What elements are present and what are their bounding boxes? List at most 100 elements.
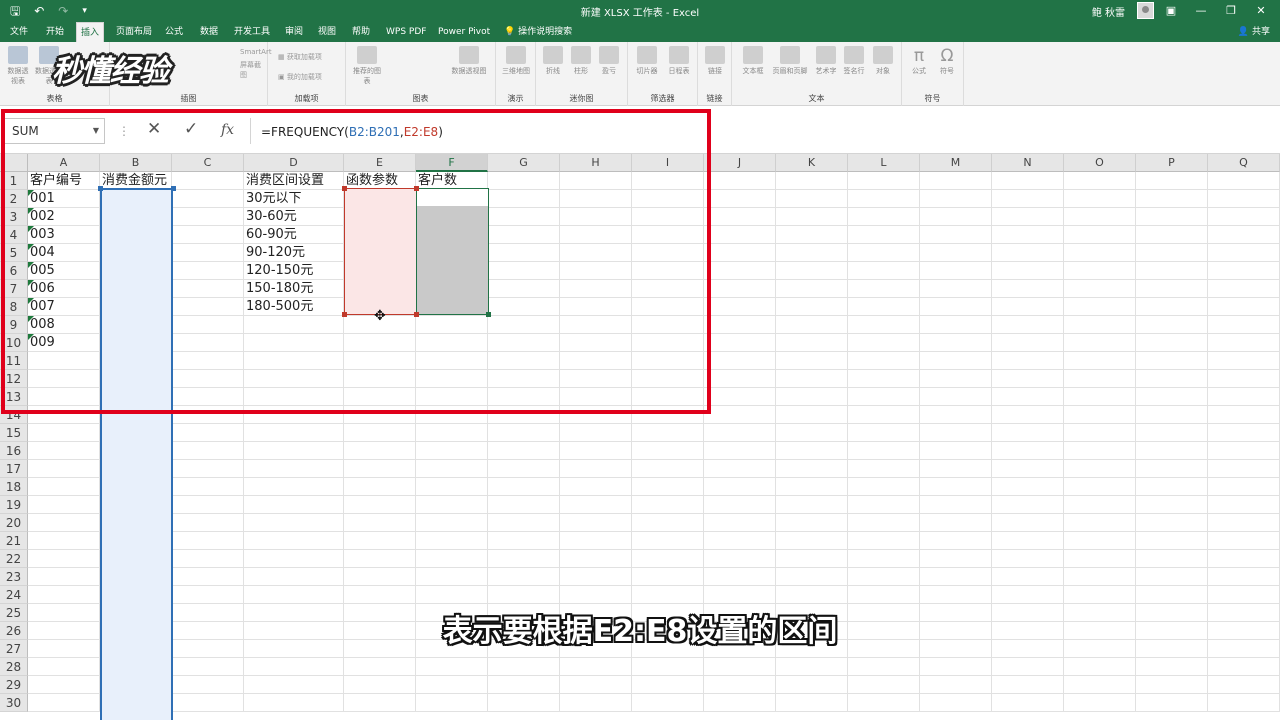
restore-button[interactable]: ❐ — [1216, 2, 1246, 20]
group-label: 插图 — [180, 94, 197, 103]
group-label: 演示 — [507, 94, 524, 103]
tab-wps-pdf[interactable]: WPS PDF — [382, 22, 430, 42]
tell-me-search[interactable]: 💡 操作说明搜索 — [500, 22, 576, 42]
row-header-30[interactable]: 30 — [0, 694, 28, 712]
row-header-19[interactable]: 19 — [0, 496, 28, 514]
group-charts: 推荐的图表 数据透视图 图表 — [346, 42, 496, 106]
get-addins-button[interactable]: ▦ 获取加载项 — [278, 52, 322, 62]
row-header-23[interactable]: 23 — [0, 568, 28, 586]
globe-icon — [506, 46, 526, 64]
smartart-button[interactable]: SmartArt — [240, 48, 272, 56]
row-header-18[interactable]: 18 — [0, 478, 28, 496]
lightbulb-icon: 💡 — [504, 27, 516, 37]
tab-file[interactable]: 文件 — [6, 22, 32, 42]
gridline — [28, 477, 1280, 478]
ribbon-display-options-button[interactable]: ▣ — [1156, 2, 1186, 20]
tab-page-layout[interactable]: 页面布局 — [112, 22, 156, 42]
tab-power-pivot[interactable]: Power Pivot — [434, 22, 494, 42]
column-header-p[interactable]: P — [1136, 154, 1208, 172]
person-icon: 👤 — [1237, 27, 1250, 37]
avatar[interactable] — [1137, 2, 1154, 19]
row-header-29[interactable]: 29 — [0, 676, 28, 694]
group-label: 图表 — [412, 94, 429, 103]
timeline-icon — [669, 46, 689, 64]
winloss-sparkline-icon — [599, 46, 619, 64]
pivot-table-button[interactable]: 数据透视表 — [6, 46, 30, 86]
tab-view[interactable]: 视图 — [314, 22, 340, 42]
symbol-button[interactable]: Ω 符号 — [934, 46, 960, 76]
store-icon: ▦ — [278, 53, 285, 61]
user-name[interactable]: 鲍 秋雷 — [1092, 4, 1125, 19]
pivot-table-icon — [8, 46, 28, 64]
row-header-28[interactable]: 28 — [0, 658, 28, 676]
recommended-charts-button[interactable]: 推荐的图表 — [352, 46, 382, 86]
3d-map-button[interactable]: 三维地图 — [502, 46, 530, 76]
tab-help[interactable]: 帮助 — [348, 22, 374, 42]
tab-data[interactable]: 数据 — [196, 22, 222, 42]
tab-review[interactable]: 审阅 — [281, 22, 307, 42]
gridline — [28, 513, 1280, 514]
link-button[interactable]: 链接 — [702, 46, 728, 76]
addins-icon: ▣ — [278, 73, 285, 81]
group-label: 链接 — [706, 94, 723, 103]
gridline — [28, 441, 1280, 442]
row-header-17[interactable]: 17 — [0, 460, 28, 478]
column-header-k[interactable]: K — [776, 154, 848, 172]
row-header-20[interactable]: 20 — [0, 514, 28, 532]
column-sparkline-icon — [571, 46, 591, 64]
row-header-16[interactable]: 16 — [0, 442, 28, 460]
screenshot-button[interactable]: 屏幕截图 — [240, 60, 267, 80]
slicer-button[interactable]: 切片器 — [632, 46, 662, 76]
pivot-chart-button[interactable]: 数据透视图 — [446, 46, 492, 76]
tab-developer[interactable]: 开发工具 — [230, 22, 274, 42]
sparkline-winloss-button[interactable]: 盈亏 — [596, 46, 622, 76]
row-header-21[interactable]: 21 — [0, 532, 28, 550]
excel-window: 🖫 ↶ ↷ ▾ 新建 XLSX 工作表 - Excel 鲍 秋雷 ▣ — ❐ ✕… — [0, 0, 1280, 720]
group-addins: ▦ 获取加载项 ▣ 我的加载项 加载项 — [268, 42, 346, 106]
group-label: 表格 — [46, 94, 63, 103]
minimize-button[interactable]: — — [1186, 2, 1216, 20]
pi-icon: π — [913, 46, 925, 66]
sparkline-column-button[interactable]: 柱形 — [568, 46, 594, 76]
sparkline-line-button[interactable]: 折线 — [540, 46, 566, 76]
gridline — [28, 585, 1280, 586]
tab-insert[interactable]: 插入 — [76, 22, 105, 42]
ribbon: 数据透视表 数据透视表 表格 SmartArt 屏幕截图 插图 ▦ 获取加载项 … — [0, 42, 1280, 106]
close-button[interactable]: ✕ — [1246, 2, 1276, 20]
gridline — [28, 675, 1280, 676]
timeline-button[interactable]: 日程表 — [664, 46, 694, 76]
header-footer-button[interactable]: 页眉和页脚 — [770, 46, 810, 76]
column-header-n[interactable]: N — [992, 154, 1064, 172]
line-sparkline-icon — [543, 46, 563, 64]
group-text: 文本框 页眉和页脚 艺术字 签名行 对象 文本 — [732, 42, 902, 106]
header-footer-icon — [780, 46, 800, 64]
gridline — [28, 459, 1280, 460]
row-header-15[interactable]: 15 — [0, 424, 28, 442]
column-header-j[interactable]: J — [704, 154, 776, 172]
row-header-22[interactable]: 22 — [0, 550, 28, 568]
group-symbols: π 公式 Ω 符号 符号 — [902, 42, 964, 106]
object-button[interactable]: 对象 — [870, 46, 896, 76]
window-title: 新建 XLSX 工作表 - Excel — [580, 8, 700, 19]
gridline — [28, 495, 1280, 496]
tab-formulas[interactable]: 公式 — [161, 22, 187, 42]
group-filters: 切片器 日程表 筛选器 — [628, 42, 698, 106]
share-label: 共享 — [1251, 27, 1270, 37]
gridline — [28, 711, 1280, 712]
share-button[interactable]: 👤 共享 — [1238, 22, 1270, 42]
signature-line-button[interactable]: 签名行 — [840, 46, 868, 76]
column-header-l[interactable]: L — [848, 154, 920, 172]
column-header-o[interactable]: O — [1064, 154, 1136, 172]
tab-home[interactable]: 开始 — [42, 22, 68, 42]
textbox-icon — [743, 46, 763, 64]
gridline — [28, 657, 1280, 658]
textbox-button[interactable]: 文本框 — [738, 46, 768, 76]
column-header-m[interactable]: M — [920, 154, 992, 172]
wordart-button[interactable]: 艺术字 — [812, 46, 840, 76]
gridline — [28, 567, 1280, 568]
equation-button[interactable]: π 公式 — [906, 46, 932, 76]
row-header-24[interactable]: 24 — [0, 586, 28, 604]
group-label: 筛选器 — [650, 94, 675, 103]
my-addins-button[interactable]: ▣ 我的加载项 — [278, 72, 322, 82]
column-header-q[interactable]: Q — [1208, 154, 1280, 172]
